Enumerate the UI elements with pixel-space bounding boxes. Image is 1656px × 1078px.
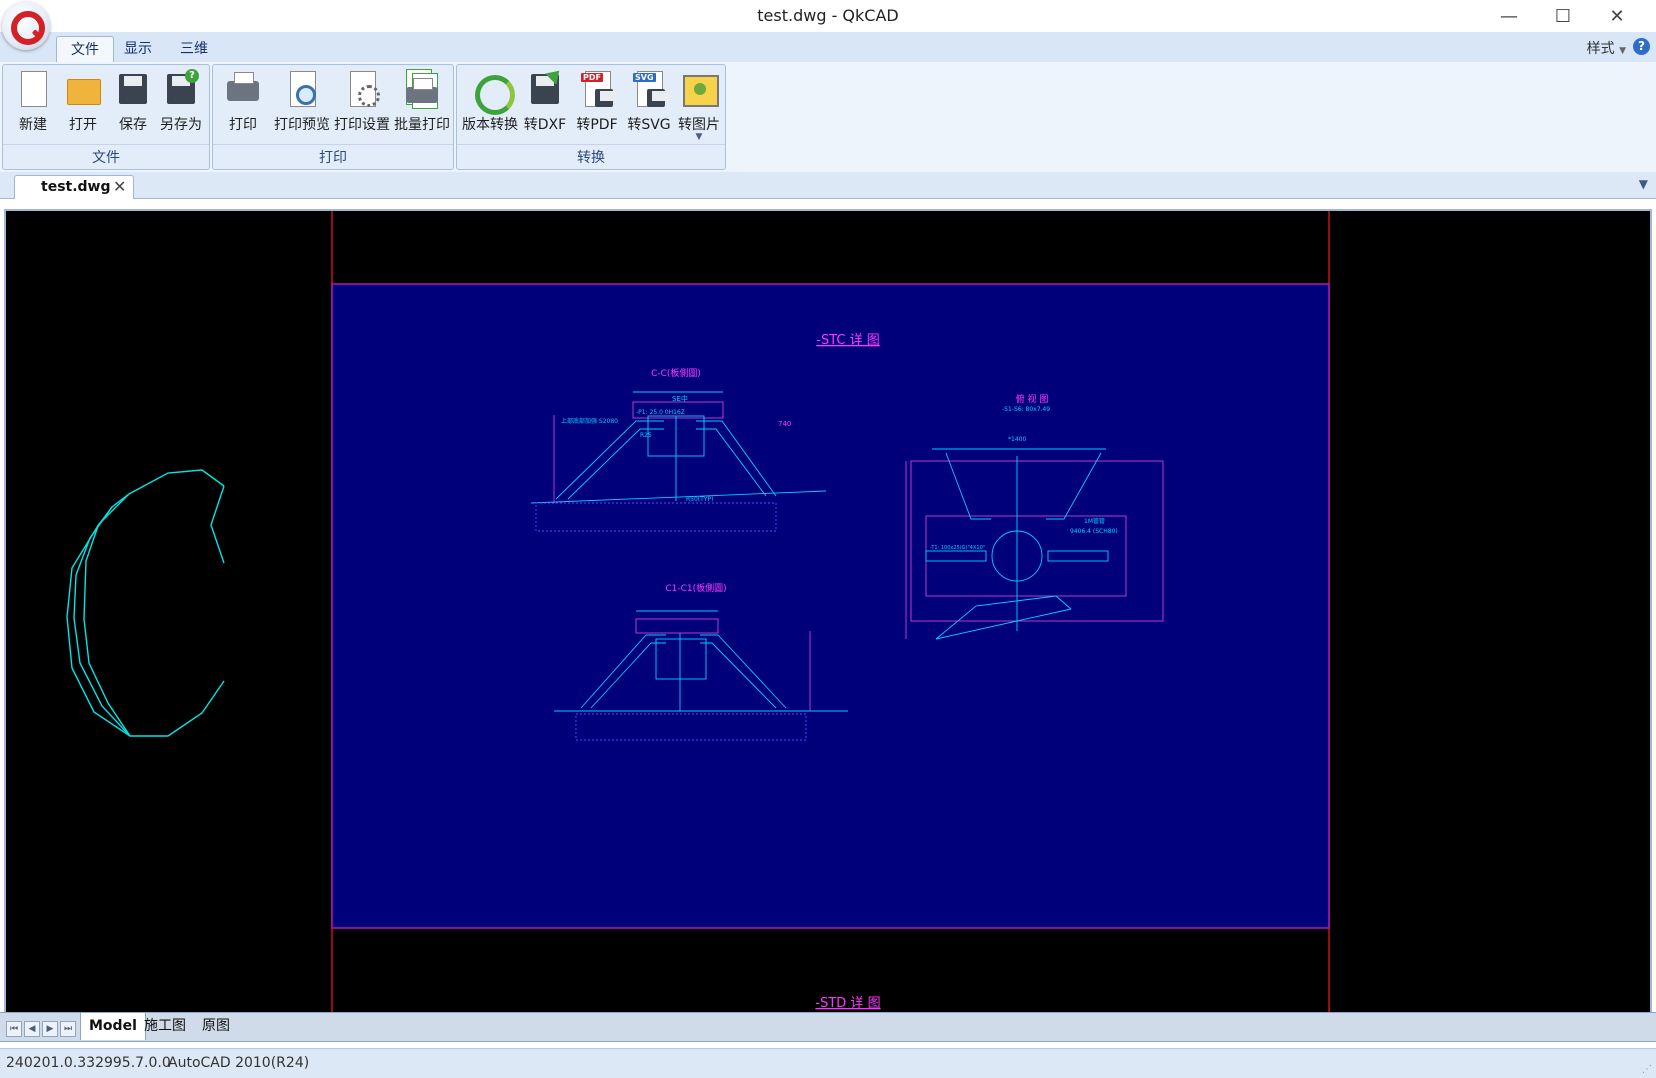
chevron-down-icon: ▼ (1619, 46, 1626, 56)
maximize-icon: ☐ (1554, 5, 1572, 27)
close-icon[interactable]: ✕ (113, 177, 126, 196)
new-button[interactable]: 新建 (7, 69, 59, 139)
to-pdf-icon: PDF (579, 71, 618, 109)
window-title: test.dwg - QkCAD (757, 6, 899, 25)
save-icon (115, 71, 151, 109)
save-as-button[interactable]: ? 另存为 (155, 69, 207, 139)
print-preview-icon (284, 71, 320, 109)
version-convert-button[interactable]: 版本转换 (459, 69, 521, 139)
style-label: 样式 (1586, 41, 1615, 57)
view-c-c-title: C-C(板側圖) (651, 367, 701, 379)
last-sheet-icon[interactable]: ⏭ (60, 1021, 76, 1037)
ann-se: 740 (778, 420, 791, 428)
document-tab[interactable]: test.dwg ✕ (14, 175, 134, 199)
ribbon-group-print: 打印 打印预览 打印设置 批量打印 打印 (212, 64, 454, 170)
drawing-svg: -STC 详 图 -STD 详 图 C-C(板側圖) -P1: 25.0 0H1… (66, 211, 1330, 1013)
ribbon-group-file: 新建 打开 保存 ? 另存为 文件 (2, 64, 210, 170)
group-label-print: 打印 (213, 144, 453, 167)
drawing-title-std: -STD 详 图 (815, 996, 880, 1011)
minimize-icon: — (1500, 5, 1518, 27)
view-plan-title: 俯 视 图 (1016, 393, 1049, 405)
minimize-button[interactable]: — (1486, 4, 1532, 28)
title-bar: test.dwg - QkCAD — ☐ ✕ (0, 0, 1656, 50)
ann-t1: -T1: 100x25(G)"4X10" (930, 545, 985, 551)
save-button[interactable]: 保存 (107, 69, 159, 139)
large-c-shape (66, 469, 225, 737)
open-button[interactable]: 打开 (57, 69, 109, 139)
tab-file[interactable]: 文件 (56, 36, 114, 63)
status-bar: 240201.0.332995.7.0.0 AutoCAD 2010(R24) … (0, 1048, 1656, 1078)
ann-r25: R25 (640, 432, 652, 439)
document-tab-label: test.dwg (41, 179, 111, 195)
resize-grip-icon[interactable]: ⋰ (1642, 1064, 1652, 1075)
close-button[interactable]: ✕ (1594, 4, 1640, 28)
to-image-icon (681, 71, 719, 109)
tab-display[interactable]: 显示 (110, 36, 166, 62)
drawing-title-stc: -STC 详 图 (816, 333, 879, 348)
ann-s1: -S1-S6: 80x7.49 (1002, 406, 1050, 413)
batch-print-button[interactable]: 批量打印 (391, 69, 453, 139)
drawing-canvas[interactable]: -STC 详 图 -STD 详 图 C-C(板側圖) -P1: 25.0 0H1… (4, 209, 1652, 1015)
ann-r50: R50(TYP) (686, 496, 713, 503)
open-folder-icon (65, 71, 101, 109)
to-image-button[interactable]: 转图片 ▼ (673, 69, 725, 142)
tab-3d[interactable]: 三维 (166, 36, 222, 62)
maximize-button[interactable]: ☐ (1540, 4, 1586, 28)
ribbon: 新建 打开 保存 ? 另存为 文件 打印 打印预览 打印设置 批量打印 打印 版本… (0, 62, 1656, 173)
version-convert-icon (472, 71, 515, 115)
status-format: AutoCAD 2010(R24) (168, 1055, 310, 1071)
save-as-icon: ? (163, 69, 199, 109)
print-settings-icon (344, 71, 380, 109)
to-svg-icon: SVG (631, 71, 670, 109)
prev-sheet-icon[interactable]: ◀ (24, 1021, 40, 1037)
first-sheet-icon[interactable]: ⏮ (6, 1021, 22, 1037)
ann-740: SE中 (672, 394, 688, 403)
new-file-icon (15, 71, 51, 109)
menu-bar: 文件 显示 三维 样式 ▼ ? (0, 32, 1656, 63)
ann-sch80: 9406.4 (SCH80) (1070, 528, 1118, 535)
ann-s2080: 上部底部加强 S2080 (561, 417, 618, 425)
to-dxf-icon (527, 65, 565, 109)
group-label-file: 文件 (3, 144, 209, 167)
status-version: 240201.0.332995.7.0.0 (6, 1055, 171, 1071)
sheet-tab-bar: ⏮ ◀ ▶ ⏭ Model 施工图 原图 (0, 1012, 1656, 1042)
style-menu[interactable]: 样式 ▼ (1587, 38, 1626, 58)
sheet-tab-original[interactable]: 原图 (194, 1013, 238, 1040)
view-c1-c1-title: C1-C1(板側圖) (665, 582, 726, 594)
document-tab-bar: test.dwg ✕ ▼ (0, 172, 1656, 199)
ann-1400: *1400 (1008, 436, 1026, 443)
to-svg-button[interactable]: SVG 转SVG (623, 69, 675, 139)
next-sheet-icon[interactable]: ▶ (42, 1021, 58, 1037)
close-icon: ✕ (1609, 5, 1625, 27)
print-settings-button[interactable]: 打印设置 (331, 69, 393, 139)
batch-print-icon (404, 69, 440, 109)
print-preview-button[interactable]: 打印预览 (271, 69, 333, 139)
group-label-convert: 转换 (457, 144, 725, 167)
drawing-sheet (331, 283, 1330, 929)
help-icon[interactable]: ? (1633, 38, 1650, 55)
ann-p1: -P1: 25.0 0H16Z (636, 409, 685, 416)
print-icon (225, 71, 261, 109)
chevron-down-icon[interactable]: ▼ (1639, 177, 1648, 191)
app-logo[interactable] (2, 2, 50, 50)
ann-pipe: 1M管管 (1084, 517, 1105, 525)
to-dxf-button[interactable]: 转DXF (519, 65, 571, 139)
print-button[interactable]: 打印 (217, 69, 269, 139)
ribbon-group-convert: 版本转换 转DXF PDF 转PDF SVG 转SVG 转图片 ▼ 转换 (456, 64, 726, 170)
to-pdf-button[interactable]: PDF 转PDF (571, 69, 623, 139)
sheet-tab-construction[interactable]: 施工图 (136, 1013, 194, 1040)
